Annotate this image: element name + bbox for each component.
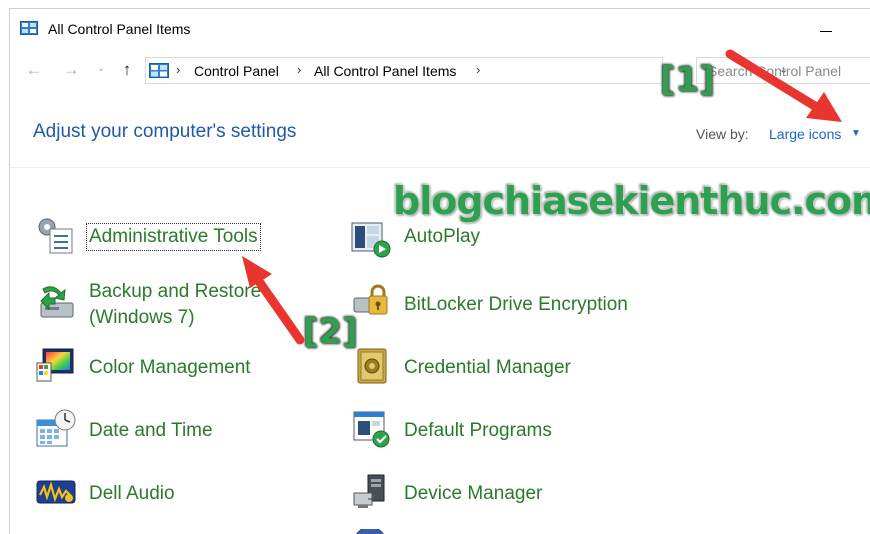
item-label-line1: Backup and Restore (89, 281, 262, 302)
item-bitlocker[interactable]: BitLocker Drive Encryption (350, 282, 670, 334)
item-administrative-tools[interactable]: Administrative Tools (35, 214, 335, 266)
administrative-tools-icon (38, 218, 73, 254)
breadcrumb-separator: › (476, 62, 481, 77)
control-panel-icon (149, 63, 169, 78)
item-date-time[interactable]: Date and Time (35, 408, 335, 460)
item-autoplay[interactable]: AutoPlay (350, 217, 650, 269)
breadcrumb-separator: › (297, 62, 302, 77)
item-label: BitLocker Drive Encryption (404, 294, 628, 315)
item-label: Default Programs (404, 420, 552, 441)
item-label: Date and Time (89, 420, 213, 441)
item-label-line2: (Windows 7) (89, 307, 195, 328)
item-device-manager[interactable]: Device Manager (350, 471, 650, 523)
color-management-icon (36, 348, 74, 382)
item-color-management[interactable]: Color Management (35, 345, 335, 397)
breadcrumb-all-items[interactable]: All Control Panel Items (314, 63, 456, 79)
title-bar: All Control Panel Items (10, 9, 870, 43)
search-placeholder: Search Control Panel (708, 63, 842, 79)
window-title: All Control Panel Items (48, 21, 191, 37)
divider (10, 167, 870, 168)
item-credential-manager[interactable]: Credential Manager (350, 345, 650, 397)
minimize-button[interactable] (810, 11, 844, 41)
search-box[interactable]: Search Control Panel (696, 57, 870, 84)
item-label: Administrative Tools (86, 223, 261, 251)
item-label: Device Manager (404, 483, 543, 504)
breadcrumb-control-panel[interactable]: Control Panel (194, 63, 279, 79)
default-programs-icon (353, 411, 390, 448)
forward-button[interactable]: → (60, 59, 82, 81)
annotation-label-1: [1] (660, 60, 715, 100)
address-bar[interactable]: › Control Panel › All Control Panel Item… (145, 57, 788, 84)
backup-restore-icon (40, 286, 74, 318)
control-panel-window: All Control Panel Items ← → ⌄ ↑ › Contro… (9, 8, 870, 534)
recent-locations-button[interactable]: ⌄ (90, 58, 112, 80)
page-title: Adjust your computer's settings (33, 121, 297, 142)
annotation-label-2: [2] (303, 312, 358, 352)
item-label: AutoPlay (404, 226, 481, 247)
partial-item-icon (356, 529, 384, 534)
date-time-icon (36, 409, 76, 447)
item-label: Dell Audio (89, 483, 175, 504)
autoplay-icon (351, 222, 391, 258)
item-dell-audio[interactable]: Dell Audio (35, 471, 335, 523)
device-manager-icon (353, 474, 385, 508)
dell-audio-icon (36, 480, 76, 504)
view-by-dropdown[interactable]: Large icons (769, 126, 841, 142)
watermark: blogchiasekienthuc.com (393, 179, 870, 223)
view-by-label: View by: (696, 126, 749, 142)
item-backup-restore[interactable]: Backup and Restore (Windows 7) (35, 277, 335, 333)
breadcrumb-separator: › (176, 62, 181, 77)
item-label: Color Management (89, 357, 251, 378)
chevron-down-icon[interactable]: ▼ (851, 128, 861, 139)
navigation-bar: ← → ⌄ ↑ › Control Panel › All Control Pa… (10, 57, 870, 85)
back-button[interactable]: ← (23, 59, 45, 81)
up-button[interactable]: ↑ (116, 59, 138, 81)
item-default-programs[interactable]: Default Programs (350, 408, 650, 460)
control-panel-icon (20, 21, 38, 35)
item-label: Credential Manager (404, 357, 571, 378)
